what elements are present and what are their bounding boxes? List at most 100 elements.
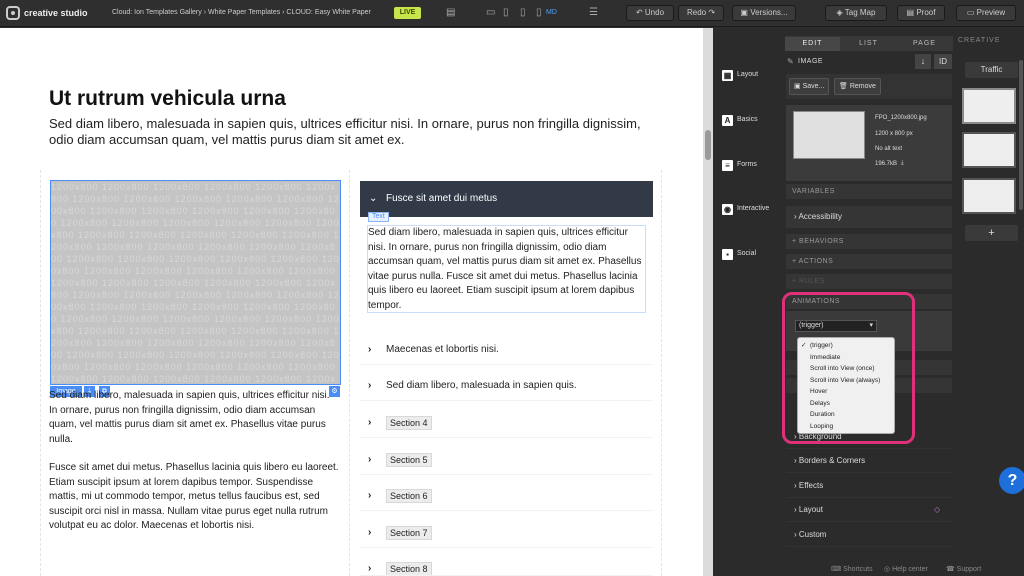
traffic-button[interactable]: Traffic bbox=[965, 62, 1018, 78]
accordion-item[interactable]: › Section 4 bbox=[360, 408, 653, 438]
page-thumbnail[interactable] bbox=[962, 178, 1016, 214]
redo-icon: ↷ bbox=[706, 8, 716, 17]
support-link[interactable]: ☎ Support bbox=[946, 565, 981, 573]
chevron-right-icon: › bbox=[368, 417, 372, 428]
nav-forms[interactable]: ≡ Forms bbox=[720, 160, 780, 180]
nav-social[interactable]: ▪ Social bbox=[720, 249, 780, 269]
nav-interactive[interactable]: ◉ Interactive bbox=[720, 204, 780, 224]
tab-edit[interactable]: EDIT bbox=[785, 37, 840, 51]
borders-row[interactable]: › Borders & Corners bbox=[786, 449, 952, 473]
tab-page[interactable]: PAGE bbox=[897, 37, 952, 51]
undo-icon: ↶ bbox=[635, 8, 645, 17]
chevron-right-icon: › bbox=[368, 563, 372, 574]
tag-icon: ◈ bbox=[836, 8, 845, 17]
left-paragraph-2: Fusce sit amet dui metus. Phasellus laci… bbox=[49, 462, 339, 531]
effects-row[interactable]: › Effects bbox=[786, 474, 952, 498]
panel-header: IMAGE bbox=[798, 58, 824, 65]
layout-icon: ▦ bbox=[722, 70, 733, 81]
live-badge[interactable]: LIVE bbox=[394, 7, 421, 19]
proof-button[interactable]: ▤ Proof bbox=[897, 5, 945, 21]
tab-creative[interactable]: CREATIVE bbox=[958, 37, 1001, 44]
laptop-icon[interactable]: ▯ bbox=[503, 7, 509, 19]
image-thumbnail[interactable] bbox=[793, 111, 865, 159]
undo-button[interactable]: ↶ Undo bbox=[626, 5, 674, 21]
help-button[interactable]: ? bbox=[999, 467, 1024, 494]
tab-list[interactable]: LIST bbox=[841, 37, 896, 51]
alt-text-status: No alt text bbox=[875, 146, 903, 152]
chevron-right-icon: › bbox=[368, 527, 372, 538]
proof-icon: ▤ bbox=[906, 8, 917, 17]
canvas-scrollbar[interactable] bbox=[703, 28, 713, 576]
desktop-icon[interactable]: ▭ bbox=[486, 7, 495, 19]
accordion-item[interactable]: › Section 8 bbox=[360, 554, 653, 576]
lead-paragraph[interactable]: Sed diam libero, malesuada in sapien qui… bbox=[49, 116, 649, 148]
layout-indicator-icon: ◇ bbox=[934, 505, 941, 514]
custom-row[interactable]: › Custom bbox=[786, 523, 952, 547]
ion-logo-icon bbox=[6, 6, 20, 20]
preview-button[interactable]: ▭ Preview bbox=[956, 5, 1016, 21]
basics-icon: A bbox=[722, 115, 733, 126]
trash-icon: 🗑 bbox=[839, 83, 850, 90]
nav-layout[interactable]: ▦ Layout bbox=[720, 70, 780, 90]
shortcuts-link[interactable]: ⌨ Shortcuts bbox=[831, 565, 873, 573]
interactive-icon: ◉ bbox=[722, 204, 733, 215]
animations-highlight bbox=[782, 292, 915, 444]
breadcrumb[interactable]: Cloud: Ion Templates Gallery › White Pap… bbox=[112, 9, 371, 16]
variables-header: VARIABLES bbox=[786, 184, 952, 199]
support-icon: ☎ bbox=[946, 566, 957, 573]
file-size: 196.7kB bbox=[875, 161, 898, 167]
actions-header[interactable]: + ACTIONS bbox=[786, 254, 952, 269]
chevron-right-icon: › bbox=[368, 490, 372, 501]
accordion-header-open[interactable]: ⌄ Fusce sit amet dui metus bbox=[360, 181, 653, 217]
remove-button[interactable]: 🗑 Remove bbox=[834, 78, 881, 95]
versions-button[interactable]: ▣ Versions... bbox=[732, 5, 796, 21]
id-button[interactable]: ID bbox=[934, 54, 952, 69]
social-icon: ▪ bbox=[722, 249, 733, 260]
phone-icon[interactable]: ▯ bbox=[536, 7, 542, 19]
rules-header[interactable]: + RULES bbox=[786, 274, 952, 289]
tablet-icon[interactable]: ▯ bbox=[520, 7, 526, 19]
download-icon[interactable]: ⤓ bbox=[901, 160, 904, 167]
breakpoint-label[interactable]: MD bbox=[546, 9, 557, 16]
placeholder-image[interactable]: 1200x800 1200x800 1200x800 1200x800 1200… bbox=[50, 180, 341, 385]
add-page-button[interactable]: + bbox=[965, 225, 1018, 241]
page-thumbnail[interactable] bbox=[962, 132, 1016, 168]
page-title[interactable]: Ut rutrum vehicula urna bbox=[49, 87, 286, 111]
keyboard-icon: ⌨ bbox=[831, 566, 844, 573]
anchor-button[interactable]: ↓ bbox=[915, 54, 931, 69]
layout-row[interactable]: › Layout ◇ bbox=[786, 498, 952, 522]
canvas-scroll-thumb[interactable] bbox=[705, 130, 711, 160]
save-button[interactable]: ▣ Save... bbox=[789, 78, 830, 95]
preview-icon: ▭ bbox=[966, 8, 977, 17]
chevron-right-icon: › bbox=[368, 344, 372, 355]
tag-map-button[interactable]: ◈ Tag Map bbox=[825, 5, 887, 21]
accordion-item[interactable]: › Maecenas et lobortis nisi. bbox=[360, 335, 653, 365]
page-thumbnail[interactable] bbox=[962, 88, 1016, 124]
accordion-item[interactable]: › Sed diam libero, malesuada in sapien qu… bbox=[360, 371, 653, 401]
save-icon: ▣ bbox=[794, 83, 803, 90]
left-text-block[interactable]: Sed diam libero, malesuada in sapien qui… bbox=[49, 389, 339, 534]
text-tag[interactable]: Text bbox=[368, 212, 389, 222]
chevron-right-icon: › bbox=[368, 380, 372, 391]
behaviors-header[interactable]: + BEHAVIORS bbox=[786, 234, 952, 249]
help-center-link[interactable]: ◎ Help center bbox=[884, 565, 928, 573]
left-paragraph-1: Sed diam libero, malesuada in sapien qui… bbox=[49, 390, 330, 445]
accessibility-row[interactable]: › Accessibility bbox=[786, 206, 952, 228]
brand-name: creative studio bbox=[24, 8, 88, 18]
versions-icon: ▣ bbox=[740, 8, 751, 17]
pencil-icon: ✎ bbox=[787, 57, 794, 66]
accordion-body-text[interactable]: Sed diam libero, malesuada in sapien qui… bbox=[367, 225, 646, 313]
accordion-item[interactable]: › Section 6 bbox=[360, 481, 653, 511]
accordion-item[interactable]: › Section 5 bbox=[360, 445, 653, 475]
help-icon: ◎ bbox=[884, 566, 893, 573]
forms-icon: ≡ bbox=[722, 160, 733, 171]
sliders-icon[interactable]: ☰ bbox=[589, 7, 598, 19]
chevron-right-icon: › bbox=[368, 454, 372, 465]
file-name: FPO_1200x800.jpg bbox=[875, 115, 927, 121]
file-dimensions: 1200 x 800 px bbox=[875, 131, 913, 137]
redo-button[interactable]: Redo ↷ bbox=[678, 5, 724, 21]
thumbnail-scrollbar[interactable] bbox=[1019, 60, 1023, 210]
accordion-item[interactable]: › Section 7 bbox=[360, 518, 653, 548]
nav-basics[interactable]: A Basics bbox=[720, 115, 780, 135]
layout-toggle-icon[interactable]: ▤ bbox=[446, 7, 455, 19]
